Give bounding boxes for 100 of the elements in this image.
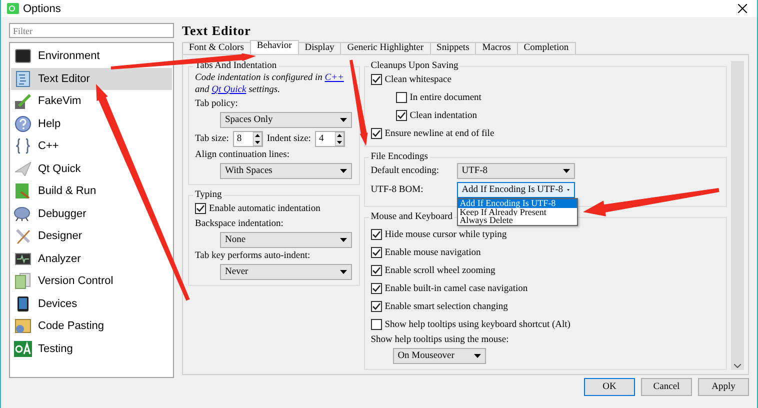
ruler-pencil-icon [15,228,31,244]
spin-box[interactable]: 4 [314,131,345,147]
caret-icon [567,188,570,192]
checkbox-label: Enable built-in camel case navigation [384,284,528,294]
checkbox[interactable] [370,74,382,85]
checkbox[interactable] [396,110,407,121]
category-item[interactable]: Devices [11,292,172,315]
clipboard-icon [15,318,31,334]
document-icon [16,70,30,87]
field-label: Tab key performs auto-indent: [195,251,312,261]
category-item[interactable]: Qt Quick [11,158,172,180]
checkbox-label: Hide mouse cursor while typing [384,230,507,240]
dropdown-option[interactable]: Add If Encoding Is UTF-8 [458,199,577,208]
tab[interactable]: Behavior [250,40,299,54]
group-title: Cleanups Upon Saving [370,61,460,71]
tab[interactable]: Display [298,42,342,54]
field-label: Indent size: [266,134,311,144]
checkbox-label: Ensure newline at end of file [384,128,494,138]
oscilloscope-icon [15,252,31,265]
checkbox[interactable] [195,203,206,214]
chevron-down-icon[interactable] [734,364,742,368]
checkbox-label: Show help tooltips using keyboard shortcut (Alt) [384,320,570,330]
group-title: Mouse and Keyboard [370,212,454,222]
checkbox-label: Clean indentation [410,110,477,120]
checkbox[interactable] [370,283,382,294]
caret-icon [340,118,347,122]
dropdown[interactable]: Spaces Only [220,112,352,128]
tab[interactable]: Generic Highlighter [340,42,431,54]
category-item[interactable]: Code Pasting [11,315,172,338]
category-item[interactable]: Text Editor [11,68,172,90]
settings-link[interactable]: C++ [324,73,344,83]
settings-link[interactable]: Qt Quick [212,85,246,95]
indentation-note: Code indentation is configured in C++ and Qt Quick settings. [195,72,345,96]
group-title: File Encodings [370,152,429,162]
dialog-button[interactable]: Cancel [641,378,692,396]
category-item[interactable]: FakeVim [11,90,172,112]
checkbox-label: Enable scroll wheel zooming [384,266,496,276]
dropdown[interactable]: Add If Encoding Is UTF-8 [456,182,575,198]
category-item[interactable]: C++ [11,135,172,158]
page-title: Text Editor [182,23,251,39]
caret-icon [340,169,347,173]
group-title: Typing [194,190,223,200]
checkbox-label: Enable automatic indentation [209,204,320,214]
dropdown[interactable]: UTF-8 [456,163,575,179]
category-item[interactable]: Environment [11,45,172,68]
checkbox[interactable] [370,301,382,312]
caret-icon [474,354,481,358]
app-icon [7,3,19,14]
checkbox[interactable] [370,229,382,240]
field-label: Default encoding: [370,166,440,176]
dialog-button[interactable]: OK [584,378,635,396]
checkbox[interactable] [396,92,407,103]
category-item[interactable]: Version Control [11,270,172,292]
checkbox[interactable] [370,319,382,330]
tablet-icon [17,296,29,312]
dropdown[interactable]: On Mouseover [392,348,486,364]
tab[interactable]: Snippets [430,42,476,54]
category-item[interactable]: Help [11,112,172,135]
tab[interactable]: Completion [516,42,576,54]
qa-icon [14,340,32,357]
monitor-icon [15,49,31,64]
dropdown[interactable]: None [220,232,352,248]
caret-icon [340,238,347,242]
field-label: UTF-8 BOM: [370,185,424,195]
field-label: Tab policy: [195,99,239,109]
filter-field[interactable]: Filter [9,23,174,38]
tab[interactable]: Font & Colors [182,42,251,54]
category-item[interactable]: Testing [11,338,172,360]
checkbox-label: Enable mouse navigation [384,248,481,258]
checkbox-label: Clean whitespace [384,74,452,84]
pencil-icon [15,93,31,110]
category-item[interactable]: Analyzer [11,248,172,270]
braces-icon [16,138,30,154]
dropdown[interactable]: Never [220,264,352,280]
dialog-button[interactable]: Apply [698,378,749,396]
caret-icon [340,270,347,274]
field-label: Backspace indentation: [195,219,284,229]
hammer-icon [15,183,31,200]
category-item[interactable]: Designer [11,225,172,248]
paper-plane-icon [15,162,31,176]
dropdown[interactable]: With Spaces [220,163,352,179]
field-label: Align continuation lines: [195,150,290,160]
close-icon[interactable] [738,4,747,13]
field-label: Tab size: [195,134,229,144]
category-item[interactable]: Build & Run [11,180,172,202]
field-label: Show help tooltips using the mouse: [370,335,510,345]
help-icon [15,116,31,132]
checkbox[interactable] [370,265,382,276]
checkbox-label: Enable smart selection changing [384,302,508,312]
spin-box[interactable]: 8 [232,131,263,147]
window-title: Options [23,2,62,14]
checkbox[interactable] [370,128,382,139]
checkbox[interactable] [370,247,382,258]
category-item[interactable]: Debugger [11,202,172,225]
dropdown-option[interactable]: Always Delete [458,216,577,224]
checkbox-label: In entire document [410,92,482,102]
caret-icon [562,169,570,173]
scrollbar[interactable] [731,61,744,370]
files-icon [15,273,31,290]
bug-icon [14,206,32,221]
